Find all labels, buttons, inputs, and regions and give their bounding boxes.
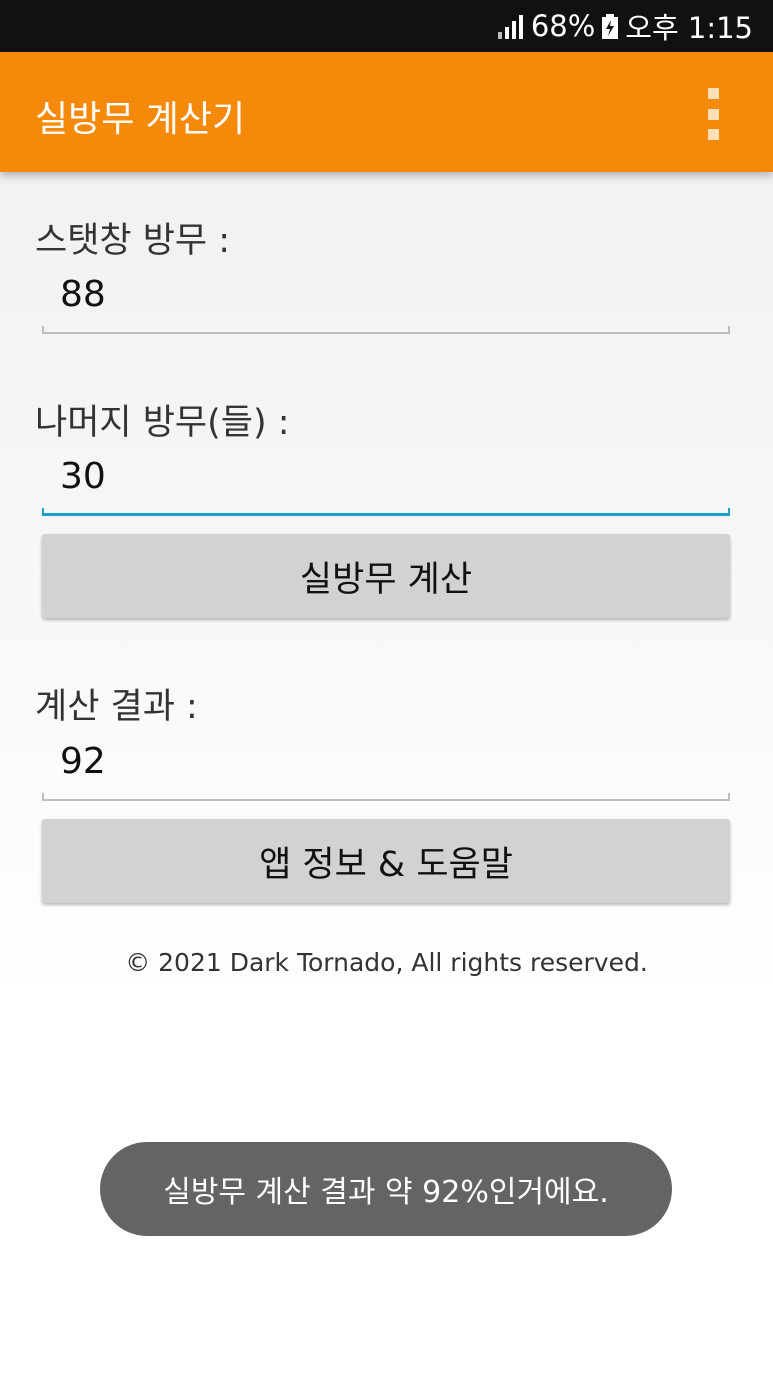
battery-percent: 68%: [530, 9, 596, 43]
result-label: 계산 결과 :: [35, 687, 198, 727]
status-bar: 68% 오후 1:15: [0, 0, 773, 52]
app-bar: 실방무 계산기: [0, 52, 773, 172]
stat-defense-label: 스탯창 방무 :: [35, 221, 231, 261]
stat-defense-value: 88: [60, 274, 106, 315]
other-defense-value: 30: [60, 456, 106, 497]
battery-charging-icon: [601, 13, 619, 39]
calculate-button[interactable]: 실방무 계산: [42, 534, 730, 618]
stat-defense-input[interactable]: 88: [42, 264, 730, 334]
copyright-text: © 2021 Dark Tornado, All rights reserved…: [125, 948, 648, 977]
clock: 오후 1:15: [625, 11, 753, 45]
other-defense-input[interactable]: 30: [42, 446, 730, 516]
app-info-help-button[interactable]: 앱 정보 & 도움말: [42, 819, 730, 903]
status-indicators: 68% 오후 1:15: [497, 0, 753, 52]
overflow-menu-icon[interactable]: [693, 88, 733, 140]
toast-message: 실방무 계산 결과 약 92%인거에요.: [100, 1142, 672, 1236]
app-title: 실방무 계산기: [35, 99, 246, 140]
result-value: 92: [60, 741, 106, 782]
result-field[interactable]: 92: [42, 731, 730, 801]
other-defense-label: 나머지 방무(들) :: [35, 403, 290, 443]
signal-icon: [497, 13, 525, 39]
